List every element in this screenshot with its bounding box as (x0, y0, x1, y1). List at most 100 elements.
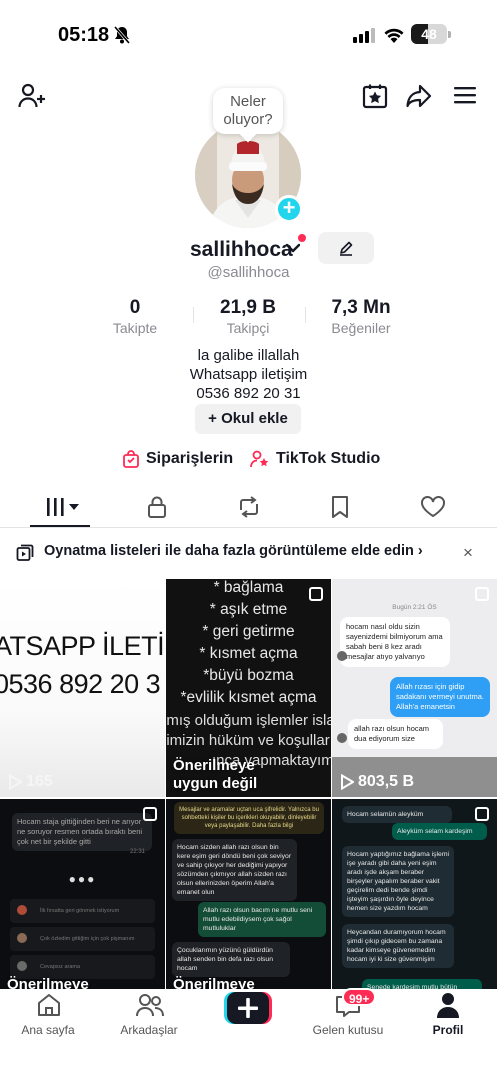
overlay-line: uygun değil (173, 775, 258, 792)
multi-image-icon (475, 587, 489, 601)
create-button[interactable] (224, 992, 272, 1024)
video-thumbnail[interactable]: * bağlama * aşık etme * geri getirme * k… (166, 579, 331, 797)
chat-message: hocam nasıl oldu sizin sayenizdemi bilmi… (340, 617, 450, 667)
video-thumbnail[interactable]: Hocam staja gittiğinden beri ne arıyor n… (0, 799, 165, 989)
video-thumbnail[interactable]: Mesajlar ve aramalar uçtan uca şifrelidi… (166, 799, 331, 989)
not-recommended-label: Önerilmeye uygun değil (173, 757, 257, 793)
chevron-right-icon: › (417, 543, 423, 559)
thumbnail-text: ATSAPP İLETİ (0, 631, 165, 661)
chat-message: Allah razı olsun bacım ne mutlu seni mut… (198, 902, 326, 937)
chat-message: Allah rızası için gidip sadakanı vermeyi… (390, 677, 490, 717)
overlay-line: Önerilmeye (173, 757, 255, 774)
close-icon[interactable]: × (463, 543, 473, 563)
status-time: 05:18 (58, 24, 110, 46)
playlist-icon (16, 544, 34, 561)
inbox-badge: 99+ (342, 988, 377, 1006)
user-handle: @sallihhoca (207, 264, 290, 281)
thumbnail-line: nimizin hüküm ve koşulların (166, 732, 331, 749)
chat-message: Hocam staja gittiğinden beri ne arıyor n… (12, 813, 152, 851)
add-school-button[interactable]: + Okul ekle (195, 404, 301, 434)
playlist-banner[interactable]: Oynatma listeleri ile daha fazla görüntü… (0, 538, 497, 568)
chat-message: Heycandan duramıyorum hocam şimdi çıkıp … (342, 924, 454, 968)
status-bubble[interactable]: Neler oluyor? (213, 88, 283, 134)
notification-dot (298, 234, 306, 242)
battery-level: 48 (421, 26, 437, 42)
tab-private[interactable] (107, 488, 206, 528)
nav-home-label: Ana sayfa (21, 1023, 75, 1037)
thumbnail-line: * kısmet açma (199, 645, 298, 662)
thumbnail-line: * bağlama (213, 579, 284, 596)
chat-avatar (17, 933, 27, 943)
menu-icon[interactable] (453, 85, 477, 105)
encryption-notice: Mesajlar ve aramalar uçtan uca şifrelidi… (174, 802, 324, 834)
tiktok-studio-link[interactable]: TikTok Studio (250, 450, 380, 468)
thumbnail-line: *büyü bozma (203, 667, 294, 684)
battery-icon: 48 (411, 24, 447, 44)
chat-message: Hocam selamün aleyküm (342, 806, 452, 823)
friends-icon (136, 994, 164, 1017)
plus-icon (224, 992, 272, 1024)
username[interactable]: sallihhoca (190, 238, 293, 262)
view-count: 165 (8, 773, 53, 791)
orders-link[interactable]: Siparişlerin (122, 450, 233, 468)
stat-following[interactable]: 0 Takipte (75, 297, 195, 337)
video-thumbnail[interactable]: Hocam selamün aleyküm Aleyküm selam kard… (332, 799, 497, 989)
wifi-icon (384, 28, 404, 43)
home-icon (38, 994, 60, 1016)
chat-date: Bugün 2:21 ÖS (392, 604, 437, 611)
active-tab-indicator (30, 525, 90, 527)
studio-label: TikTok Studio (276, 450, 381, 467)
chat-avatar (337, 651, 347, 661)
chat-message: Hocam yaptığımız bağlama işlemi işe yara… (342, 846, 454, 917)
multi-image-icon (309, 587, 323, 601)
thumbnail-line: * geri getirme (202, 623, 295, 640)
edit-profile-button[interactable] (318, 232, 374, 264)
not-recommended-label: Önerilmeye (7, 976, 89, 989)
profile-icon (437, 993, 459, 1018)
chat-time: 22:31 (130, 849, 146, 855)
bio-line: Whatsapp iletişim (189, 366, 308, 383)
shopping-bag-icon (123, 450, 139, 468)
nav-profile-label: Profil (432, 1023, 464, 1037)
view-count-value: 165 (26, 773, 53, 790)
status-bar: 05:18 48 (0, 0, 497, 70)
tab-reposts[interactable] (200, 488, 299, 528)
video-thumbnail[interactable]: Bugün 2:21 ÖS hocam nasıl oldu sizin say… (332, 579, 497, 797)
chat-row-text: Cevapsız arama (40, 964, 81, 970)
thumbnail-text: 0536 892 20 3 (0, 669, 161, 699)
tab-videos[interactable] (0, 488, 99, 528)
tab-saved[interactable] (291, 488, 390, 528)
multi-image-icon (143, 807, 157, 821)
play-icon (9, 774, 22, 790)
stat-likes[interactable]: 7,3 Mn Beğeniler (301, 297, 421, 337)
profile-tabs (0, 488, 497, 528)
chat-row: İlk fırsatta geri gönmek istiyorum (10, 899, 155, 923)
tab-liked[interactable] (384, 488, 483, 528)
video-thumbnail[interactable]: ATSAPP İLETİ 0536 892 20 3 165 (0, 579, 165, 797)
thumbnail-text-block: * bağlama * aşık etme * geri getirme * k… (166, 579, 331, 709)
add-story-plus-icon[interactable]: + (275, 195, 303, 223)
stat-followers[interactable]: 21,9 B Takipçi (188, 297, 308, 337)
chat-message: Hocam sizden allah razı olsun bin kere e… (172, 839, 297, 901)
share-icon[interactable] (406, 84, 432, 108)
bio-line: la galibe illallah (197, 347, 300, 364)
stat-followers-label: Takipçi (226, 320, 270, 336)
chat-row-text: Çok özledim gittiğim için çok pişmanım (40, 936, 135, 942)
add-friend-icon[interactable] (18, 83, 46, 109)
bell-muted-icon (113, 26, 131, 44)
pencil-icon (340, 241, 353, 256)
bottom-nav: Ana sayfa Arkadaşlar 99+ Gelen kutusu Pr… (0, 988, 497, 1080)
chevron-down-icon[interactable] (285, 241, 301, 255)
chat-avatar (17, 905, 27, 915)
stat-following-value: 0 (129, 297, 141, 318)
chat-row-text: İlk fırsatta geri gönmek istiyorum (40, 908, 120, 914)
chat-avatar (17, 961, 27, 971)
lock-icon (148, 496, 166, 518)
chat-message: Çocuklarımın yüzünü güldürdün allah send… (172, 942, 290, 977)
orders-label: Siparişlerin (146, 450, 234, 467)
videos-grid-icon (47, 498, 79, 516)
heart-icon (421, 496, 445, 518)
calendar-star-icon[interactable] (362, 83, 388, 109)
nav-friends-label: Arkadaşlar (120, 1023, 178, 1037)
stat-likes-value: 7,3 Mn (331, 297, 391, 318)
